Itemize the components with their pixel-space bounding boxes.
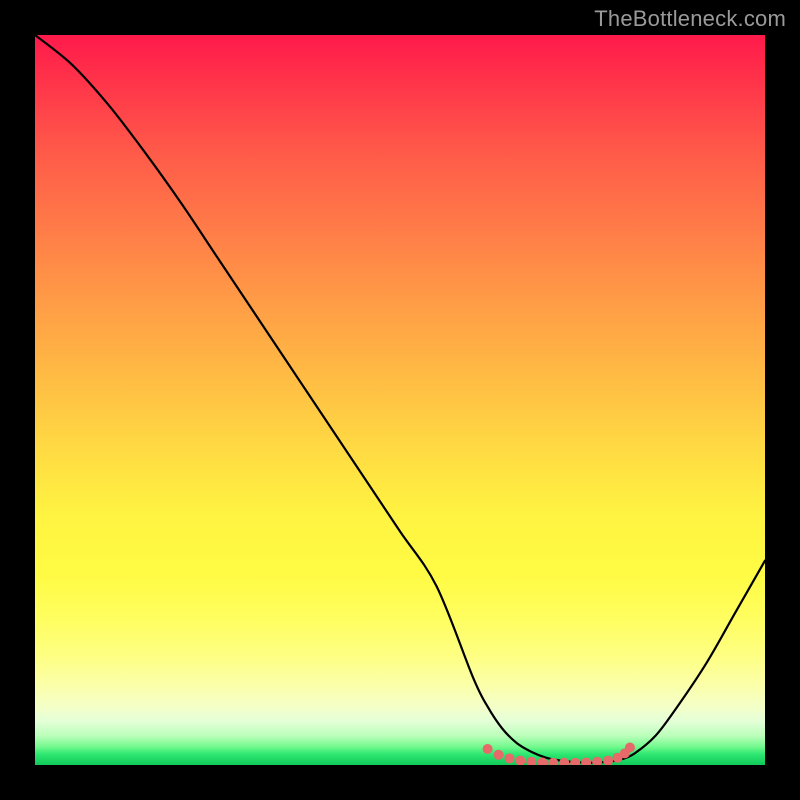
bottleneck-curve <box>35 35 765 763</box>
optimal-range-markers <box>483 742 635 765</box>
optimal-dot <box>625 742 635 752</box>
chart-container: TheBottleneck.com <box>0 0 800 800</box>
optimal-dot <box>581 757 591 765</box>
optimal-dot <box>494 750 504 760</box>
watermark-label: TheBottleneck.com <box>594 6 786 32</box>
optimal-dot <box>526 757 536 765</box>
chart-svg <box>35 35 765 765</box>
optimal-dot <box>603 756 613 765</box>
optimal-dot <box>515 756 525 765</box>
optimal-dot <box>483 744 493 754</box>
optimal-dot <box>592 757 602 765</box>
optimal-dot <box>559 758 569 765</box>
plot-area <box>35 35 765 765</box>
optimal-dot <box>505 753 515 763</box>
optimal-dot <box>570 758 580 765</box>
